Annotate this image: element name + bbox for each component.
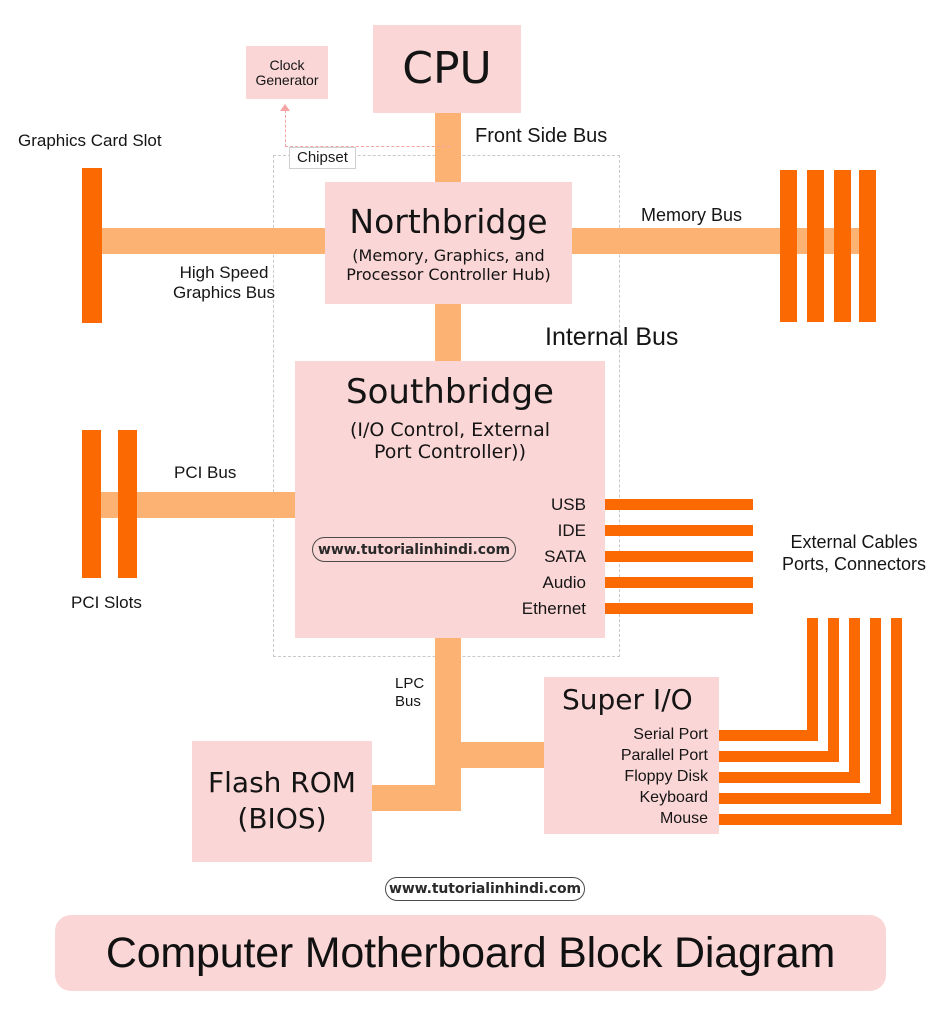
watermark-footer: www.tutorialinhindi.com [385,877,585,901]
pci-slot [82,430,101,578]
super-io-port-label-keyboard: Keyboard [639,789,709,806]
label-internal-bus: Internal Bus [545,323,679,351]
super-io-cable-horizontal [712,751,828,762]
block-clock-generator-title: Clock Generator [255,56,319,88]
diagram-title-banner: Computer Motherboard Block Diagram [55,915,886,991]
super-io-cable-horizontal [712,814,891,825]
super-io-cable-vertical [891,618,902,825]
southbridge-port-label-usb: USB [551,495,586,514]
watermark-southbridge: www.tutorialinhindi.com [312,537,516,562]
chipset-label: Chipset [289,147,356,170]
southbridge-port-label-audio: Audio [542,573,586,592]
block-super-io-title: Super I/O [562,683,693,716]
southbridge-port-cable [596,499,753,510]
block-southbridge-title: Southbridge [346,372,554,412]
super-io-port-label-serial-port: Serial Port [633,726,708,743]
block-cpu[interactable]: CPU [373,25,521,113]
southbridge-port-label-ethernet: Ethernet [521,599,586,618]
label-front-side-bus: Front Side Bus [475,125,608,147]
southbridge-port-cable [596,525,753,536]
clock-generator-connector [285,110,450,147]
lpc-bus-branch-flash-rom [365,785,441,811]
super-io-port-label-floppy-disk: Floppy Disk [624,768,708,785]
clock-generator-arrowhead [280,104,290,111]
label-pci-bus: PCI Bus [174,463,237,482]
block-flash-rom-title: Flash ROM [208,766,356,800]
block-northbridge[interactable]: Northbridge (Memory, Graphics, and Proce… [325,182,572,304]
super-io-cable-horizontal [712,772,849,783]
label-memory-bus: Memory Bus [641,205,743,225]
southbridge-port-cable [596,603,753,614]
block-southbridge-subtitle: (I/O Control, External Port Controller)) [349,418,550,464]
block-cpu-title: CPU [402,42,492,94]
diagram-title: Computer Motherboard Block Diagram [105,928,836,977]
pci-slot [118,430,137,578]
block-northbridge-title: Northbridge [349,202,548,242]
super-io-cable-vertical [849,618,860,783]
graphics-card-slot [82,168,102,323]
southbridge-port-cable [596,577,753,588]
label-pci-slots: PCI Slots [71,593,142,612]
super-io-cable-vertical [828,618,839,762]
motherboard-block-diagram: Chipset CPU Clock Generator Northbridge … [0,0,939,1024]
memory-slot [780,170,797,322]
lpc-bus-branch-super-io [455,742,555,768]
block-northbridge-subtitle: (Memory, Graphics, and Processor Control… [346,245,551,284]
label-lpc-bus: LPC Bus [395,675,425,710]
block-clock-generator[interactable]: Clock Generator [246,46,328,99]
memory-slot [834,170,851,322]
block-flash-rom-subtitle: (BIOS) [237,801,327,835]
super-io-port-label-parallel-port: Parallel Port [620,747,708,764]
southbridge-port-cable [596,551,753,562]
memory-slot [807,170,824,322]
memory-slot [859,170,876,322]
super-io-port-label-mouse: Mouse [659,810,708,827]
block-flash-rom[interactable]: Flash ROM (BIOS) [192,741,372,862]
label-external-cables: External Cables Ports, Connectors [781,532,927,574]
internal-bus-line [435,300,461,370]
super-io-cable-vertical [870,618,881,804]
super-io-cable-vertical [807,618,818,741]
high-speed-graphics-bus-line [84,228,342,254]
label-graphics-card-slot: Graphics Card Slot [18,131,162,150]
super-io-cable-horizontal [712,730,807,741]
label-high-speed-graphics-bus: High Speed Graphics Bus [172,263,276,303]
super-io-cable-horizontal [712,793,870,804]
